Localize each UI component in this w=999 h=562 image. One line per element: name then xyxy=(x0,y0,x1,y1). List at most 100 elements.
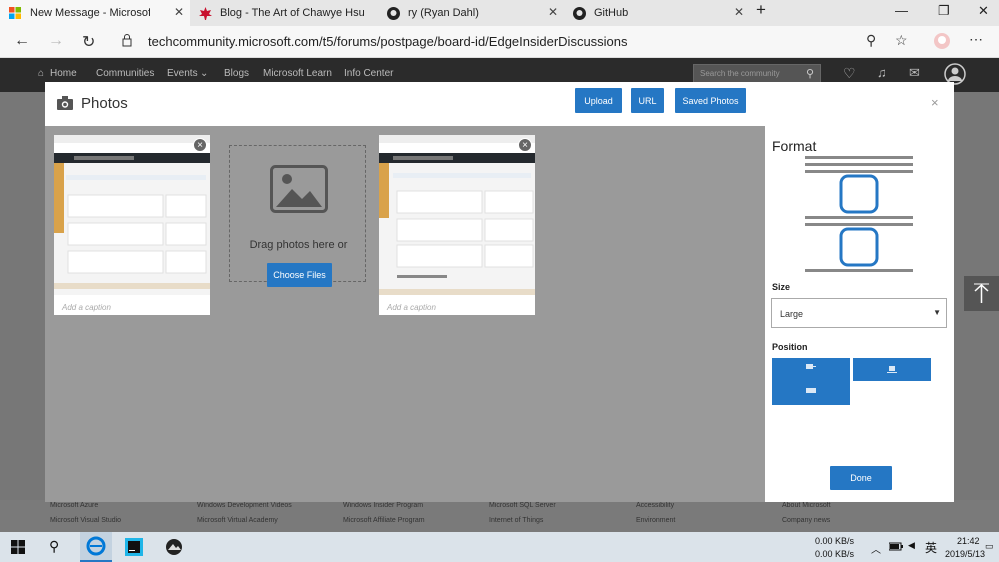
photo-card[interactable]: × Add a caption xyxy=(54,135,210,315)
search-icon[interactable]: ⚲ xyxy=(49,538,59,555)
search-placeholder: Search the community xyxy=(700,69,780,78)
size-select[interactable]: Large ▼ xyxy=(771,298,947,328)
forward-icon[interactable]: → xyxy=(48,32,64,50)
chevron-down-icon: ⌄ xyxy=(200,68,209,79)
back-icon[interactable]: ← xyxy=(14,32,30,50)
tab-title: New Message - Microsoft Tech C xyxy=(30,7,150,19)
photo-drop-zone[interactable]: Drag photos here or Choose Files xyxy=(229,145,366,287)
close-window-icon[interactable]: ✕ xyxy=(978,3,989,19)
nav-blogs[interactable]: Blogs xyxy=(224,68,249,79)
volume-icon[interactable]: ◀ xyxy=(908,540,915,551)
camera-icon xyxy=(57,96,73,115)
nav-events[interactable]: Events xyxy=(167,68,198,79)
lock-icon xyxy=(122,34,132,50)
network-speed-up: 0.00 KB/s xyxy=(815,536,855,546)
windows-start-icon[interactable] xyxy=(11,540,25,556)
favorite-star-icon[interactable]: ☆ xyxy=(895,32,908,49)
upload-button[interactable]: Upload xyxy=(575,88,622,113)
github-icon xyxy=(572,6,586,20)
zoom-icon[interactable]: ⚲ xyxy=(866,32,876,49)
bell-icon[interactable]: ♫ xyxy=(877,65,887,80)
drop-zone-text: Drag photos here or xyxy=(249,239,348,251)
caption-input[interactable]: Add a caption xyxy=(387,303,436,312)
url-field[interactable]: techcommunity.microsoft.com/t5/forums/po… xyxy=(148,34,628,49)
position-left-button[interactable] xyxy=(772,358,850,405)
dropdown-arrow-icon: ▼ xyxy=(933,308,941,317)
footer-link[interactable]: Windows Insider Program xyxy=(343,502,423,509)
size-label: Size xyxy=(772,282,791,292)
tab-github[interactable]: GitHub ✕ xyxy=(564,0,750,26)
done-button[interactable]: Done xyxy=(830,466,892,490)
heart-icon[interactable]: ♡ xyxy=(843,65,856,82)
tab-title: GitHub xyxy=(594,7,629,19)
notifications-icon[interactable]: ▭ xyxy=(985,541,994,552)
chevron-up-icon[interactable]: ︿ xyxy=(871,541,881,556)
app-taskbar-icon[interactable] xyxy=(165,538,183,558)
ime-indicator[interactable]: 英 xyxy=(925,539,937,556)
footer-link[interactable]: Microsoft Visual Studio xyxy=(50,517,121,524)
nav-communities[interactable]: Communities xyxy=(96,68,154,79)
footer-link[interactable]: Company news xyxy=(782,517,830,524)
avatar[interactable] xyxy=(933,32,951,55)
saved-photos-button[interactable]: Saved Photos xyxy=(675,88,746,113)
minimize-icon[interactable]: — xyxy=(895,3,908,18)
address-bar-row: ← → ↻ techcommunity.microsoft.com/t5/for… xyxy=(0,26,999,58)
tab-new-message[interactable]: New Message - Microsoft Tech C ✕ xyxy=(0,0,190,26)
search-icon[interactable]: ⚲ xyxy=(806,67,814,80)
image-placeholder-icon xyxy=(270,165,328,218)
footer-link[interactable]: About Microsoft xyxy=(782,502,831,509)
footer-link[interactable]: Environment xyxy=(636,517,675,524)
remove-photo-icon[interactable]: × xyxy=(518,138,532,152)
position-label: Position xyxy=(772,342,808,352)
tab-title: ry (Ryan Dahl) xyxy=(408,7,479,19)
github-icon xyxy=(386,6,400,20)
home-icon[interactable]: ⌂ xyxy=(38,68,44,79)
modal-title: Photos xyxy=(81,95,128,112)
photos-modal: Photos Upload URL Saved Photos × × Add a… xyxy=(45,82,954,502)
photo-card[interactable]: × Add a caption xyxy=(379,135,535,315)
photo-thumbnail xyxy=(54,135,210,295)
tab-ry[interactable]: ry (Ryan Dahl) ✕ xyxy=(378,0,564,26)
close-tab-icon[interactable]: ✕ xyxy=(734,5,744,19)
site-footer: Microsoft Azure Microsoft Visual Studio … xyxy=(0,500,999,532)
format-panel: Format Size Large ▼ Position Done xyxy=(765,126,954,502)
close-tab-icon[interactable]: ✕ xyxy=(548,5,558,19)
close-tab-icon[interactable]: ✕ xyxy=(174,5,184,19)
clock-date[interactable]: 2019/5/13 xyxy=(945,549,985,559)
mail-icon[interactable]: ✉ xyxy=(909,65,920,81)
size-value: Large xyxy=(780,309,804,319)
maple-leaf-icon xyxy=(198,6,212,20)
network-speed-down: 0.00 KB/s xyxy=(815,549,855,559)
footer-link[interactable]: Windows Development Videos xyxy=(197,502,292,509)
tab-blog[interactable]: Blog - The Art of Chawye Hsu xyxy=(190,0,378,26)
edge-taskbar-icon[interactable] xyxy=(80,532,112,562)
close-icon[interactable]: × xyxy=(931,95,939,110)
refresh-icon[interactable]: ↻ xyxy=(82,32,95,52)
footer-link[interactable]: Microsoft Affiliate Program xyxy=(343,517,425,524)
photo-thumbnail xyxy=(379,135,535,295)
new-tab-icon[interactable]: + xyxy=(756,0,766,20)
footer-link[interactable]: Accessibility xyxy=(636,502,674,509)
tab-title: Blog - The Art of Chawye Hsu xyxy=(220,7,365,19)
remove-photo-icon[interactable]: × xyxy=(193,138,207,152)
align-center-icon xyxy=(887,361,897,379)
position-center-button[interactable] xyxy=(853,358,931,381)
caption-input[interactable]: Add a caption xyxy=(62,303,111,312)
footer-link[interactable]: Microsoft Azure xyxy=(50,502,98,509)
clock-time[interactable]: 21:42 xyxy=(957,536,980,546)
battery-icon[interactable] xyxy=(888,541,903,553)
url-button[interactable]: URL xyxy=(631,88,664,113)
site-search-input[interactable]: Search the community ⚲ xyxy=(693,64,821,84)
footer-link[interactable]: Internet of Things xyxy=(489,517,543,524)
nav-info[interactable]: Info Center xyxy=(344,68,393,79)
nav-home[interactable]: Home xyxy=(50,68,77,79)
footer-link[interactable]: Microsoft SQL Server xyxy=(489,502,556,509)
webstorm-icon[interactable] xyxy=(125,538,143,558)
more-menu-icon[interactable]: ⋯ xyxy=(969,31,983,48)
scroll-top-button[interactable] xyxy=(964,276,999,311)
choose-files-button[interactable]: Choose Files xyxy=(267,263,332,287)
nav-learn[interactable]: Microsoft Learn xyxy=(263,68,332,79)
modal-header: Photos Upload URL Saved Photos × xyxy=(45,82,954,126)
restore-icon[interactable]: ❐ xyxy=(938,3,950,19)
footer-link[interactable]: Microsoft Virtual Academy xyxy=(197,517,278,524)
